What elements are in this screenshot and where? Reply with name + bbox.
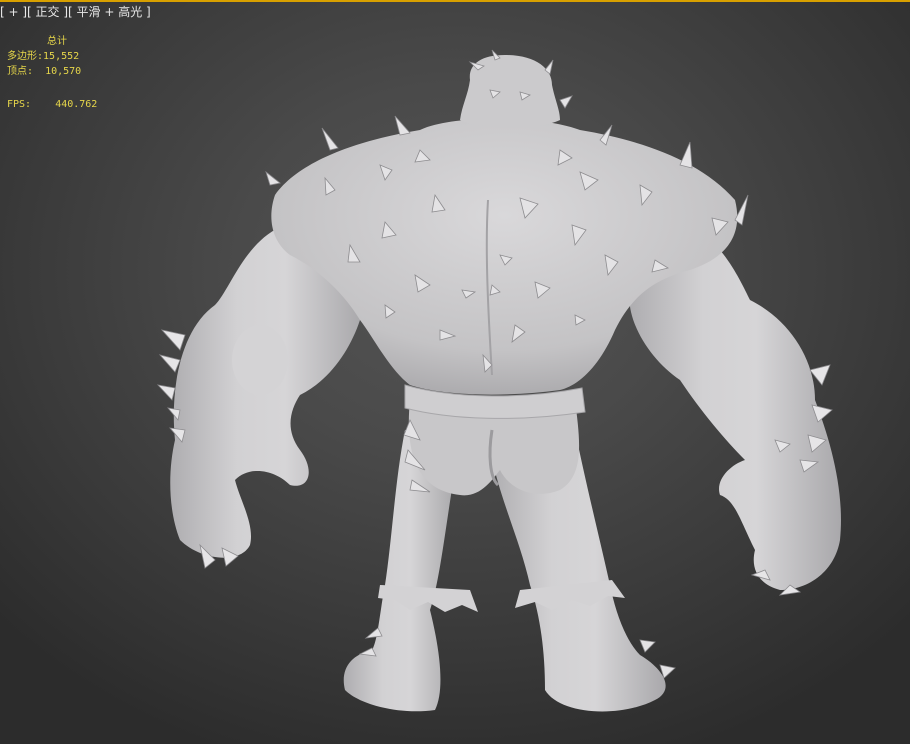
- character-model[interactable]: [0, 0, 910, 744]
- 3d-viewport[interactable]: [ + ][ 正交 ][ 平滑 + 高光 ] 总计 多边形:15,552 顶点:…: [0, 0, 910, 744]
- left-elbow: [232, 325, 288, 395]
